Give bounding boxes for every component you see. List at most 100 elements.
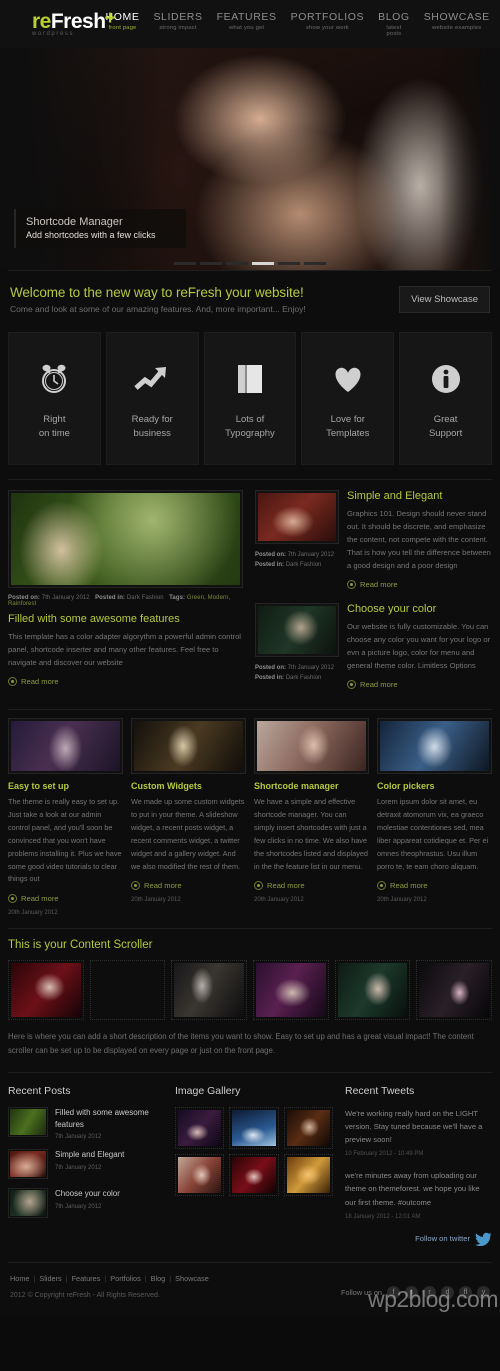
footer-link-features[interactable]: Features [72, 1274, 101, 1283]
youtube-icon[interactable]: y [477, 1285, 490, 1299]
logo-fresh: Fresh [50, 10, 106, 33]
side-post-image [258, 606, 336, 655]
side-post-thumbnail[interactable] [255, 490, 339, 544]
portfolio-read-more[interactable]: Read more [377, 881, 492, 891]
footer-link-showcase[interactable]: Showcase [175, 1274, 209, 1283]
scroller-item-6[interactable] [416, 960, 493, 1021]
portfolio-thumbnail[interactable] [131, 718, 246, 775]
tweet-text: We're working really hard on the LIGHT v… [345, 1109, 483, 1145]
feature-box-lots-of-typography[interactable]: Lots of Typography [203, 332, 297, 465]
recent-post-item[interactable]: Simple and Elegant 7th January 2012 [8, 1149, 163, 1180]
gallery-item-6[interactable] [283, 1154, 333, 1197]
slider-page-5[interactable] [278, 262, 300, 265]
portfolio-title[interactable]: Color pickers [377, 781, 492, 791]
twitter-icon[interactable]: t [405, 1285, 418, 1299]
scroller-item-1[interactable] [8, 960, 84, 1021]
scroller-item-5[interactable] [334, 960, 411, 1021]
portfolio-read-more[interactable]: Read more [254, 881, 369, 891]
portfolio-read-more[interactable]: Read more [8, 894, 123, 904]
welcome-subheading: Come and look at some of our amazing fea… [10, 304, 306, 314]
slider-page-1[interactable] [174, 262, 196, 265]
widget-heading-recent-posts: Recent Posts [8, 1085, 71, 1098]
recent-post-item[interactable]: Filled with some awesome features 7th Ja… [8, 1107, 163, 1140]
portfolio-thumbnail[interactable] [8, 718, 123, 775]
meta-posted-in-value[interactable]: Dark Fashion [286, 562, 322, 568]
portfolio-thumbnail[interactable] [254, 718, 369, 775]
footer-bar: Home | Sliders | Features | Portfolios | Blog | Sh… [8, 1261, 492, 1313]
portfolio-date: 20th January 2012 [8, 910, 58, 917]
blog-side-posts: Posted on: 7th January 2012 Posted in: D… [255, 490, 492, 703]
side-post-title[interactable]: Simple and Elegant [347, 490, 492, 502]
content-scroller-description: Here is where you can add a short descri… [8, 1032, 474, 1056]
nav-item-features[interactable]: FEATURES what you get [217, 11, 277, 31]
side-post-read-more[interactable]: Read more [347, 580, 492, 590]
gallery-item-3[interactable] [283, 1107, 333, 1150]
side-post-title[interactable]: Choose your color [347, 603, 492, 615]
content-scroller-strip[interactable] [8, 960, 493, 1021]
portfolio-title[interactable]: Custom Widgets [131, 781, 246, 791]
footer-link-portfolios[interactable]: Portfolios [110, 1274, 140, 1283]
nav-title: SHOWCASE [423, 11, 490, 23]
main-post-thumbnail[interactable] [8, 490, 243, 588]
meta-posted-in-label: Posted in: [95, 595, 126, 601]
recent-post-title: Simple and Elegant [55, 1150, 125, 1160]
slider-caption: Shortcode Manager Add shortcodes with a … [14, 209, 186, 248]
slider-page-3[interactable] [226, 262, 248, 265]
footer-link-home[interactable]: Home [10, 1274, 29, 1283]
follow-on-twitter-link[interactable]: Follow on twitter [345, 1232, 492, 1246]
facebook-icon[interactable]: f [387, 1285, 400, 1299]
nav-item-blog[interactable]: BLOG latest posts [378, 11, 410, 37]
side-post-thumbnail[interactable] [255, 603, 339, 658]
feature-box-love-for-templates[interactable]: Love for Templates [301, 332, 395, 465]
gallery-item-5[interactable] [229, 1154, 279, 1197]
gallery-item-2[interactable] [229, 1107, 279, 1150]
slider-page-2[interactable] [200, 262, 222, 265]
view-showcase-button[interactable]: View Showcase [399, 286, 490, 313]
main-post-read-more[interactable]: Read more [8, 677, 243, 687]
nav-subtitle: what you get [228, 25, 265, 31]
feature-line2: Support [428, 427, 463, 439]
rss-icon[interactable]: r [423, 1285, 436, 1299]
main-post-body: This template has a color adapter algory… [8, 632, 241, 668]
portfolio-title[interactable]: Shortcode manager [254, 781, 369, 791]
meta-posted-in-value[interactable]: Dark Fashion [286, 675, 322, 681]
scroller-item-3[interactable] [171, 960, 248, 1021]
info-circle-icon [430, 357, 462, 401]
heart-icon [331, 357, 365, 401]
nav-item-portfolios[interactable]: PORTFOLIOS show your work [291, 11, 365, 31]
feature-line2: Templates [326, 427, 370, 439]
feature-line2: on time [38, 427, 70, 439]
portfolio-read-more[interactable]: Read more [131, 881, 246, 891]
feature-line2: business [133, 427, 171, 439]
hero-slider[interactable]: Shortcode Manager Add shortcodes with a … [0, 48, 500, 270]
footer-link-sliders[interactable]: Sliders [39, 1274, 61, 1283]
gallery-image [178, 1157, 222, 1194]
main-post-title[interactable]: Filled with some awesome features [8, 613, 243, 625]
side-post-read-more[interactable]: Read more [347, 680, 492, 690]
read-more-icon [377, 881, 386, 891]
gallery-item-1[interactable] [175, 1107, 225, 1150]
flickr-icon[interactable]: fl [459, 1285, 472, 1299]
footer-link-blog[interactable]: Blog [151, 1274, 166, 1283]
dribbble-icon[interactable]: d [441, 1285, 454, 1299]
footer-widgets: Recent Posts Filled with some awesome fe… [0, 1073, 500, 1255]
nav-item-sliders[interactable]: SLIDERS strong impact [153, 11, 202, 31]
meta-posted-in-value[interactable]: Dark Fashion [127, 595, 164, 601]
gallery-item-4[interactable] [175, 1154, 225, 1197]
feature-box-great-support[interactable]: Great Support [399, 332, 492, 465]
read-more-icon [254, 881, 263, 891]
nav-item-showcase[interactable]: SHOWCASE website examples [424, 11, 490, 31]
twitter-bird-icon [475, 1232, 492, 1246]
recent-post-item[interactable]: Choose your color 7th January 2012 [8, 1188, 163, 1219]
slider-page-6[interactable] [304, 262, 326, 265]
feature-box-right-on-time[interactable]: Right on time [8, 332, 101, 465]
portfolio-title[interactable]: Easy to set up [8, 781, 123, 791]
scroller-image [337, 963, 408, 1018]
slider-page-4[interactable] [252, 262, 274, 265]
portfolio-thumbnail[interactable] [377, 718, 492, 775]
scroller-item-4[interactable] [253, 960, 329, 1021]
feature-box-ready-for-business[interactable]: Ready for business [105, 332, 199, 465]
scroller-item-2[interactable] [89, 960, 166, 1021]
portfolio-body: Lorem ipsum dolor sit amet, eu detraxit … [377, 797, 489, 871]
site-logo[interactable]: reFresh wordpress + [10, 9, 116, 37]
